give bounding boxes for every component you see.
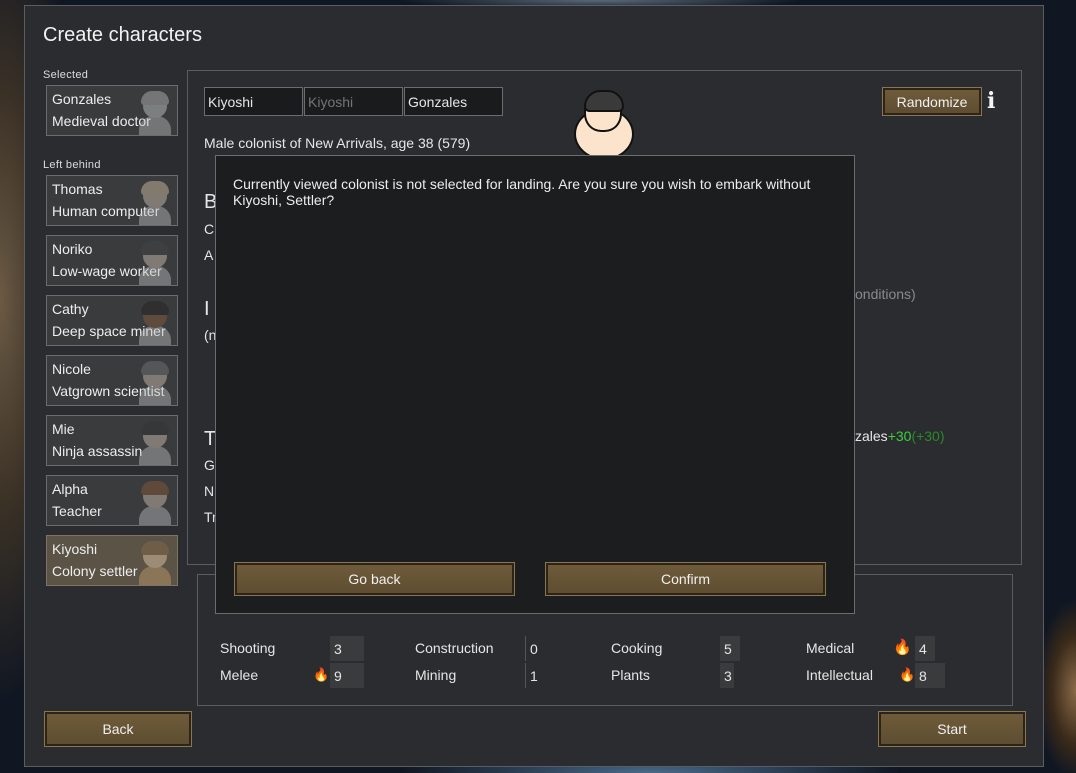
pawn-card-cathy[interactable]: Cathy Deep space miner	[46, 295, 178, 346]
pawn-card-nicole[interactable]: Nicole Vatgrown scientist	[46, 355, 178, 406]
skill-level-mining: 1	[525, 663, 539, 688]
selected-group-label: Selected	[43, 69, 89, 81]
pawn-name: Alpha	[52, 481, 88, 497]
skill-name-construction: Construction	[415, 640, 494, 656]
back-button[interactable]: Back	[44, 711, 192, 747]
passion-flame-icon: 🔥	[899, 667, 916, 682]
pawn-portrait	[139, 420, 171, 465]
adulthood-fragment: A	[204, 247, 214, 263]
skill-level-melee: 9	[330, 663, 364, 688]
skill-level-construction: 0	[525, 636, 538, 661]
skill-name-medical: Medical	[806, 640, 855, 656]
skill-level-intellectual: 8	[915, 663, 945, 688]
pawn-name: Thomas	[52, 181, 103, 197]
pawn-card-noriko[interactable]: Noriko Low-wage worker	[46, 235, 178, 286]
skill-level-medical: 4	[915, 636, 935, 661]
left-behind-group-label: Left behind	[43, 159, 101, 171]
pawn-name: Nicole	[52, 361, 91, 377]
skill-name-melee: Melee	[220, 667, 259, 683]
pawn-portrait	[139, 300, 171, 345]
pawn-title: Teacher	[52, 503, 102, 519]
pawn-portrait	[139, 480, 171, 525]
skill-level-shooting: 3	[330, 636, 364, 661]
dialog-message: Currently viewed colonist is not selecte…	[233, 176, 811, 208]
pawn-title: Ninja assassin	[52, 443, 143, 459]
info-icon[interactable]: i	[987, 88, 995, 114]
pawn-card-thomas[interactable]: Thomas Human computer	[46, 175, 178, 226]
pawn-name: Noriko	[52, 241, 93, 257]
start-button[interactable]: Start	[878, 711, 1026, 747]
pawn-portrait	[139, 180, 171, 225]
pawn-card-gonzales[interactable]: Gonzales Medieval doctor	[46, 85, 178, 136]
pawn-card-mie[interactable]: Mie Ninja assassin	[46, 415, 178, 466]
pawn-name: Kiyoshi	[52, 541, 98, 557]
pawn-name: Mie	[52, 421, 75, 437]
skill-name-cooking: Cooking	[611, 640, 663, 656]
relation-name-fragment: zales	[855, 428, 888, 444]
passion-flame-icon: 🔥	[313, 667, 330, 682]
skill-name-intellectual: Intellectual	[806, 667, 873, 683]
last-name-field[interactable]	[404, 87, 503, 116]
go-back-button[interactable]: Go back	[234, 562, 515, 596]
confirm-dialog	[215, 155, 855, 614]
colonist-description: Male colonist of New Arrivals, age 38 (5…	[204, 135, 471, 151]
relation-opinion-total: (+30)	[911, 428, 945, 444]
pawn-title: Medieval doctor	[52, 113, 151, 129]
skill-level-cooking: 5	[720, 636, 740, 661]
relation-opinion: +30	[887, 428, 912, 444]
pawn-portrait	[139, 90, 171, 135]
pawn-portrait	[139, 240, 171, 285]
randomize-button[interactable]: Randomize	[882, 87, 982, 116]
major-passion-flame-icon: 🔥	[893, 639, 912, 656]
pawn-name: Gonzales	[52, 91, 112, 107]
pawn-portrait	[139, 540, 171, 585]
trait-fragment-1: G	[204, 457, 215, 473]
pawn-name: Cathy	[52, 301, 89, 317]
childhood-fragment: C	[204, 221, 215, 237]
colonist-avatar	[572, 88, 638, 160]
skill-name-plants: Plants	[611, 667, 650, 683]
skill-name-mining: Mining	[415, 667, 457, 683]
pawn-card-alpha[interactable]: Alpha Teacher	[46, 475, 178, 526]
pawn-card-kiyoshi[interactable]: Kiyoshi Colony settler	[46, 535, 178, 586]
trait-fragment-2: N	[204, 483, 215, 499]
skill-name-shooting: Shooting	[220, 640, 276, 656]
incapable-heading-fragment: I	[204, 298, 210, 320]
nickname-field[interactable]	[304, 87, 403, 116]
relations-row: zales+30(+30)	[855, 428, 945, 444]
page-title: Create characters	[43, 24, 202, 46]
health-conditions-fragment: onditions)	[855, 286, 916, 302]
first-name-field[interactable]	[204, 87, 303, 116]
confirm-button[interactable]: Confirm	[545, 562, 826, 596]
skill-level-plants: 3	[720, 663, 734, 688]
pawn-title: Colony settler	[52, 563, 138, 579]
pawn-portrait	[139, 360, 171, 405]
